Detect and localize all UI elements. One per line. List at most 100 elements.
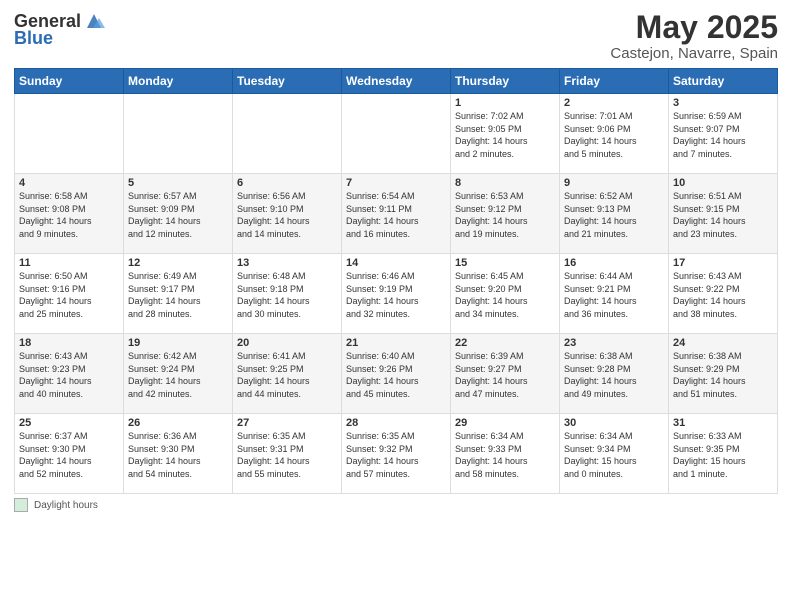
calendar-cell: 12Sunrise: 6:49 AM Sunset: 9:17 PM Dayli… bbox=[124, 254, 233, 334]
day-number: 13 bbox=[237, 257, 337, 269]
day-info: Sunrise: 6:52 AM Sunset: 9:13 PM Dayligh… bbox=[564, 190, 664, 240]
day-info: Sunrise: 6:58 AM Sunset: 9:08 PM Dayligh… bbox=[19, 190, 119, 240]
calendar-cell: 15Sunrise: 6:45 AM Sunset: 9:20 PM Dayli… bbox=[451, 254, 560, 334]
day-info: Sunrise: 6:35 AM Sunset: 9:32 PM Dayligh… bbox=[346, 430, 446, 480]
calendar-cell bbox=[233, 94, 342, 174]
day-number: 26 bbox=[128, 417, 228, 429]
day-info: Sunrise: 6:48 AM Sunset: 9:18 PM Dayligh… bbox=[237, 270, 337, 320]
day-number: 29 bbox=[455, 417, 555, 429]
day-number: 9 bbox=[564, 177, 664, 189]
calendar-cell: 29Sunrise: 6:34 AM Sunset: 9:33 PM Dayli… bbox=[451, 414, 560, 494]
day-info: Sunrise: 6:53 AM Sunset: 9:12 PM Dayligh… bbox=[455, 190, 555, 240]
footer: Daylight hours bbox=[14, 498, 778, 512]
day-number: 20 bbox=[237, 337, 337, 349]
calendar-week-4: 25Sunrise: 6:37 AM Sunset: 9:30 PM Dayli… bbox=[15, 414, 778, 494]
col-thursday: Thursday bbox=[451, 69, 560, 94]
day-number: 22 bbox=[455, 337, 555, 349]
day-info: Sunrise: 6:40 AM Sunset: 9:26 PM Dayligh… bbox=[346, 350, 446, 400]
daylight-label: Daylight hours bbox=[34, 500, 98, 511]
day-info: Sunrise: 6:34 AM Sunset: 9:34 PM Dayligh… bbox=[564, 430, 664, 480]
day-info: Sunrise: 6:46 AM Sunset: 9:19 PM Dayligh… bbox=[346, 270, 446, 320]
logo: General Blue bbox=[14, 10, 105, 49]
day-number: 7 bbox=[346, 177, 446, 189]
day-info: Sunrise: 6:56 AM Sunset: 9:10 PM Dayligh… bbox=[237, 190, 337, 240]
day-info: Sunrise: 6:43 AM Sunset: 9:22 PM Dayligh… bbox=[673, 270, 773, 320]
calendar-cell: 23Sunrise: 6:38 AM Sunset: 9:28 PM Dayli… bbox=[560, 334, 669, 414]
header: General Blue May 2025 Castejon, Navarre,… bbox=[14, 10, 778, 62]
calendar-cell: 16Sunrise: 6:44 AM Sunset: 9:21 PM Dayli… bbox=[560, 254, 669, 334]
day-number: 19 bbox=[128, 337, 228, 349]
calendar-week-0: 1Sunrise: 7:02 AM Sunset: 9:05 PM Daylig… bbox=[15, 94, 778, 174]
col-wednesday: Wednesday bbox=[342, 69, 451, 94]
calendar-cell: 27Sunrise: 6:35 AM Sunset: 9:31 PM Dayli… bbox=[233, 414, 342, 494]
calendar-cell bbox=[124, 94, 233, 174]
day-info: Sunrise: 6:38 AM Sunset: 9:28 PM Dayligh… bbox=[564, 350, 664, 400]
day-number: 24 bbox=[673, 337, 773, 349]
calendar-cell: 14Sunrise: 6:46 AM Sunset: 9:19 PM Dayli… bbox=[342, 254, 451, 334]
calendar-cell: 24Sunrise: 6:38 AM Sunset: 9:29 PM Dayli… bbox=[669, 334, 778, 414]
day-number: 25 bbox=[19, 417, 119, 429]
day-number: 3 bbox=[673, 97, 773, 109]
calendar-cell: 18Sunrise: 6:43 AM Sunset: 9:23 PM Dayli… bbox=[15, 334, 124, 414]
day-number: 2 bbox=[564, 97, 664, 109]
day-number: 12 bbox=[128, 257, 228, 269]
page: General Blue May 2025 Castejon, Navarre,… bbox=[0, 0, 792, 612]
logo-blue: Blue bbox=[14, 28, 53, 49]
calendar-cell: 6Sunrise: 6:56 AM Sunset: 9:10 PM Daylig… bbox=[233, 174, 342, 254]
day-number: 27 bbox=[237, 417, 337, 429]
calendar-cell: 5Sunrise: 6:57 AM Sunset: 9:09 PM Daylig… bbox=[124, 174, 233, 254]
day-number: 17 bbox=[673, 257, 773, 269]
day-info: Sunrise: 6:51 AM Sunset: 9:15 PM Dayligh… bbox=[673, 190, 773, 240]
col-monday: Monday bbox=[124, 69, 233, 94]
calendar-cell: 3Sunrise: 6:59 AM Sunset: 9:07 PM Daylig… bbox=[669, 94, 778, 174]
calendar-cell: 4Sunrise: 6:58 AM Sunset: 9:08 PM Daylig… bbox=[15, 174, 124, 254]
day-info: Sunrise: 6:43 AM Sunset: 9:23 PM Dayligh… bbox=[19, 350, 119, 400]
day-number: 23 bbox=[564, 337, 664, 349]
calendar-cell: 7Sunrise: 6:54 AM Sunset: 9:11 PM Daylig… bbox=[342, 174, 451, 254]
day-info: Sunrise: 6:57 AM Sunset: 9:09 PM Dayligh… bbox=[128, 190, 228, 240]
day-info: Sunrise: 6:41 AM Sunset: 9:25 PM Dayligh… bbox=[237, 350, 337, 400]
calendar-week-2: 11Sunrise: 6:50 AM Sunset: 9:16 PM Dayli… bbox=[15, 254, 778, 334]
day-number: 21 bbox=[346, 337, 446, 349]
day-number: 4 bbox=[19, 177, 119, 189]
day-info: Sunrise: 6:59 AM Sunset: 9:07 PM Dayligh… bbox=[673, 110, 773, 160]
calendar-cell: 22Sunrise: 6:39 AM Sunset: 9:27 PM Dayli… bbox=[451, 334, 560, 414]
day-info: Sunrise: 6:33 AM Sunset: 9:35 PM Dayligh… bbox=[673, 430, 773, 480]
calendar-week-1: 4Sunrise: 6:58 AM Sunset: 9:08 PM Daylig… bbox=[15, 174, 778, 254]
day-info: Sunrise: 6:45 AM Sunset: 9:20 PM Dayligh… bbox=[455, 270, 555, 320]
day-number: 16 bbox=[564, 257, 664, 269]
day-number: 15 bbox=[455, 257, 555, 269]
daylight-box bbox=[14, 498, 28, 512]
day-number: 18 bbox=[19, 337, 119, 349]
day-info: Sunrise: 7:02 AM Sunset: 9:05 PM Dayligh… bbox=[455, 110, 555, 160]
col-sunday: Sunday bbox=[15, 69, 124, 94]
day-info: Sunrise: 6:54 AM Sunset: 9:11 PM Dayligh… bbox=[346, 190, 446, 240]
calendar-cell: 20Sunrise: 6:41 AM Sunset: 9:25 PM Dayli… bbox=[233, 334, 342, 414]
day-info: Sunrise: 6:38 AM Sunset: 9:29 PM Dayligh… bbox=[673, 350, 773, 400]
calendar-week-3: 18Sunrise: 6:43 AM Sunset: 9:23 PM Dayli… bbox=[15, 334, 778, 414]
col-tuesday: Tuesday bbox=[233, 69, 342, 94]
col-friday: Friday bbox=[560, 69, 669, 94]
calendar-cell: 17Sunrise: 6:43 AM Sunset: 9:22 PM Dayli… bbox=[669, 254, 778, 334]
calendar-cell: 19Sunrise: 6:42 AM Sunset: 9:24 PM Dayli… bbox=[124, 334, 233, 414]
location: Castejon, Navarre, Spain bbox=[610, 45, 778, 62]
calendar-cell: 31Sunrise: 6:33 AM Sunset: 9:35 PM Dayli… bbox=[669, 414, 778, 494]
calendar-cell: 25Sunrise: 6:37 AM Sunset: 9:30 PM Dayli… bbox=[15, 414, 124, 494]
day-number: 6 bbox=[237, 177, 337, 189]
calendar-cell: 2Sunrise: 7:01 AM Sunset: 9:06 PM Daylig… bbox=[560, 94, 669, 174]
calendar-cell: 26Sunrise: 6:36 AM Sunset: 9:30 PM Dayli… bbox=[124, 414, 233, 494]
day-info: Sunrise: 6:50 AM Sunset: 9:16 PM Dayligh… bbox=[19, 270, 119, 320]
header-row: Sunday Monday Tuesday Wednesday Thursday… bbox=[15, 69, 778, 94]
day-number: 5 bbox=[128, 177, 228, 189]
day-info: Sunrise: 6:34 AM Sunset: 9:33 PM Dayligh… bbox=[455, 430, 555, 480]
day-info: Sunrise: 7:01 AM Sunset: 9:06 PM Dayligh… bbox=[564, 110, 664, 160]
day-number: 28 bbox=[346, 417, 446, 429]
title-section: May 2025 Castejon, Navarre, Spain bbox=[610, 10, 778, 62]
day-info: Sunrise: 6:49 AM Sunset: 9:17 PM Dayligh… bbox=[128, 270, 228, 320]
day-info: Sunrise: 6:37 AM Sunset: 9:30 PM Dayligh… bbox=[19, 430, 119, 480]
calendar-cell: 30Sunrise: 6:34 AM Sunset: 9:34 PM Dayli… bbox=[560, 414, 669, 494]
calendar-cell: 13Sunrise: 6:48 AM Sunset: 9:18 PM Dayli… bbox=[233, 254, 342, 334]
day-number: 11 bbox=[19, 257, 119, 269]
logo-icon bbox=[83, 10, 105, 32]
month-year: May 2025 bbox=[610, 10, 778, 45]
